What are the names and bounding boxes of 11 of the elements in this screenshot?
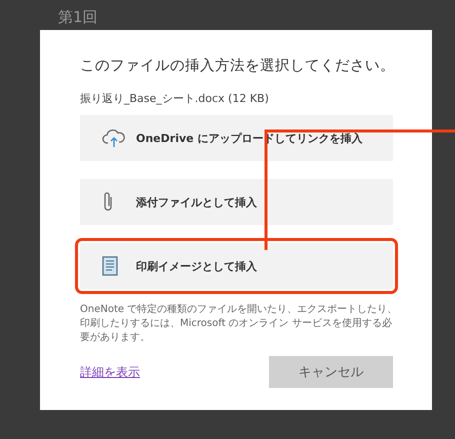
insert-option[interactable]: 添付ファイルとして挿入 <box>80 179 393 225</box>
document-icon <box>102 256 118 276</box>
page-heading: 第1回 <box>58 8 98 26</box>
paperclip-icon <box>102 191 114 213</box>
insert-option[interactable]: 印刷イメージとして挿入 <box>80 243 393 289</box>
details-link[interactable]: 詳細を表示 <box>80 364 140 380</box>
dialog-title: このファイルの挿入方法を選択してください。 <box>80 56 393 75</box>
info-text: OneNote で特定の種類のファイルを開いたり、エクスポートしたり、印刷したりするには、Microsoft のオンライン サービスを使用する必要があります。 <box>80 303 398 345</box>
cloud-upload-icon <box>102 128 126 148</box>
file-name: 振り返り_Base_シート.docx (12 KB) <box>80 91 270 106</box>
cancel-button[interactable]: キャンセル <box>269 356 393 388</box>
